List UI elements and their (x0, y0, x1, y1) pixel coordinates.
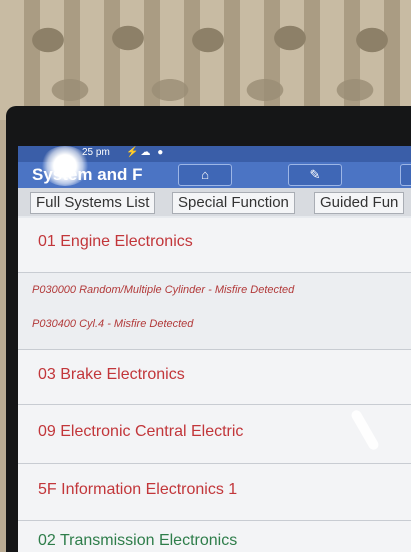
system-label: 01 Engine Electronics (38, 233, 193, 250)
system-row-information-electronics[interactable]: 5F Information Electronics 1 (18, 464, 411, 521)
tab-full-systems-list[interactable]: Full Systems List (30, 192, 156, 214)
home-icon: ⌂ (201, 167, 209, 182)
system-label: 02 Transmission Electronics (38, 532, 238, 549)
tab-guided-functions[interactable]: Guided Fun (314, 192, 405, 214)
edit-icon: ✎ (309, 167, 321, 182)
dtc-item: P030400 Cyl.4 - Misfire Detected (32, 318, 194, 330)
status-icons: ⚡☁ ● (126, 147, 166, 158)
system-label: 03 Brake Electronics (38, 366, 185, 383)
system-row-engine[interactable]: 01 Engine Electronics (18, 218, 411, 273)
system-row-transmission[interactable]: 02 Transmission Electronics (18, 521, 411, 552)
home-button[interactable]: ⌂ (178, 164, 232, 186)
tablet-screen: 25 pm ⚡☁ ● System and F ⌂ ✎ Full Systems… (18, 146, 411, 552)
system-label: 09 Electronic Central Electric (38, 423, 244, 440)
system-row-brake[interactable]: 03 Brake Electronics (18, 350, 411, 405)
dtc-item: P030000 Random/Multiple Cylinder - Misfi… (32, 284, 295, 296)
tab-bar: Full Systems List Special Function Guide… (18, 188, 411, 216)
light-glare (40, 146, 90, 186)
dtc-list: P030000 Random/Multiple Cylinder - Misfi… (18, 273, 411, 350)
floor-mat-pattern (0, 70, 411, 110)
tab-special-function[interactable]: Special Function (172, 192, 295, 214)
report-button[interactable]: ✎ (288, 164, 342, 186)
system-label: 5F Information Electronics 1 (38, 481, 238, 498)
more-button[interactable] (400, 164, 411, 186)
